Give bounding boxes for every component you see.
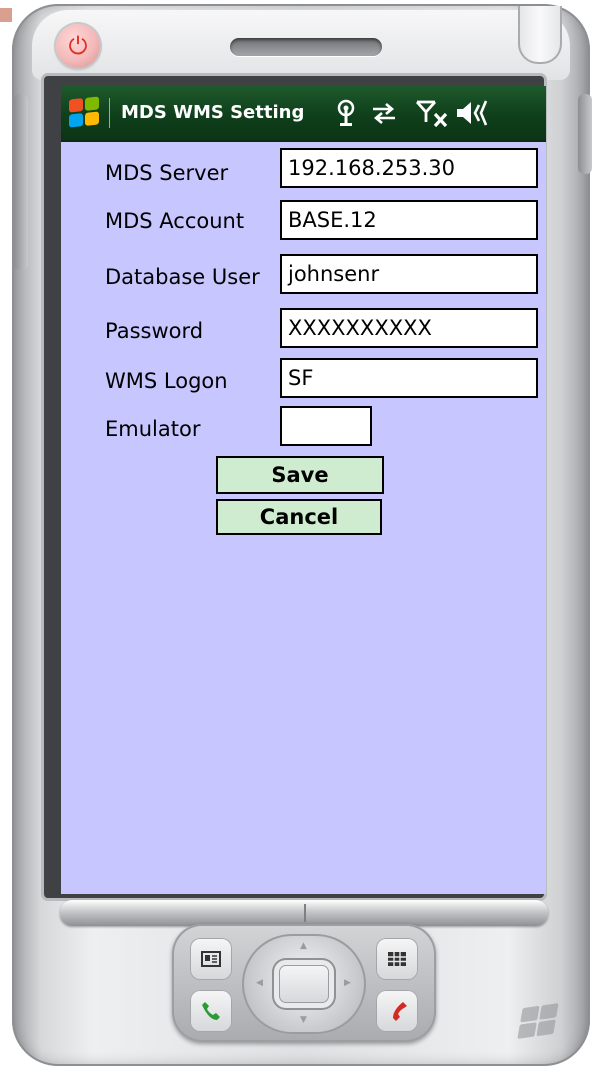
stylus-slot	[518, 6, 562, 64]
mds-server-input[interactable]: 192.168.253.30	[280, 148, 538, 188]
status-divider	[109, 98, 110, 128]
dpad-down-icon[interactable]: ▼	[300, 1016, 307, 1025]
status-bar: MDS WMS Setting	[61, 86, 546, 142]
window-title: MDS WMS Setting	[121, 102, 305, 123]
dpad-center-button[interactable]	[272, 958, 336, 1010]
softkey-bar	[60, 900, 548, 926]
device-screen: MDS WMS Setting MDS Server 192.168.253.3…	[61, 86, 546, 894]
antenna-icon[interactable]	[335, 98, 357, 128]
call-icon[interactable]	[190, 990, 232, 1032]
cancel-button[interactable]: Cancel	[216, 499, 382, 535]
end-call-icon[interactable]	[376, 990, 418, 1032]
emulator-input[interactable]	[280, 406, 372, 446]
calendar-icon[interactable]	[376, 938, 418, 980]
dpad-left-icon[interactable]: ◀	[256, 979, 263, 988]
save-button[interactable]: Save	[216, 456, 384, 494]
database-user-input[interactable]: johnsenr	[280, 254, 538, 294]
windows-logo-icon	[517, 1003, 559, 1039]
mds-account-input[interactable]: BASE.12	[280, 200, 538, 240]
dpad-up-icon[interactable]: ▲	[300, 942, 307, 951]
mds-server-label: MDS Server	[105, 161, 229, 185]
database-user-label: Database User	[105, 265, 260, 289]
phone-off-icon[interactable]	[415, 98, 449, 128]
side-camera-key[interactable]	[578, 94, 592, 174]
dpad-right-icon[interactable]: ▶	[344, 979, 351, 988]
emulator-label: Emulator	[105, 417, 201, 441]
wms-logon-input[interactable]: SF	[280, 358, 538, 398]
mds-account-label: MDS Account	[105, 209, 245, 233]
power-icon[interactable]: ⏻	[56, 24, 100, 68]
wms-logon-label: WMS Logon	[105, 369, 228, 393]
contacts-icon[interactable]	[190, 938, 232, 980]
start-flag-icon[interactable]	[69, 96, 99, 128]
password-label: Password	[105, 319, 204, 343]
speaker-icon[interactable]	[455, 98, 491, 128]
softkey-divider	[304, 904, 306, 922]
sync-icon[interactable]	[369, 98, 399, 128]
window-corner-mark	[0, 8, 12, 22]
earpiece-speaker	[230, 38, 382, 56]
side-volume-key[interactable]	[14, 94, 28, 270]
navigation-pad[interactable]: ▲ ▼ ◀ ▶	[242, 934, 366, 1034]
password-input[interactable]: XXXXXXXXXX	[280, 308, 538, 348]
hardware-keypad: ▲ ▼ ◀ ▶	[172, 924, 436, 1042]
